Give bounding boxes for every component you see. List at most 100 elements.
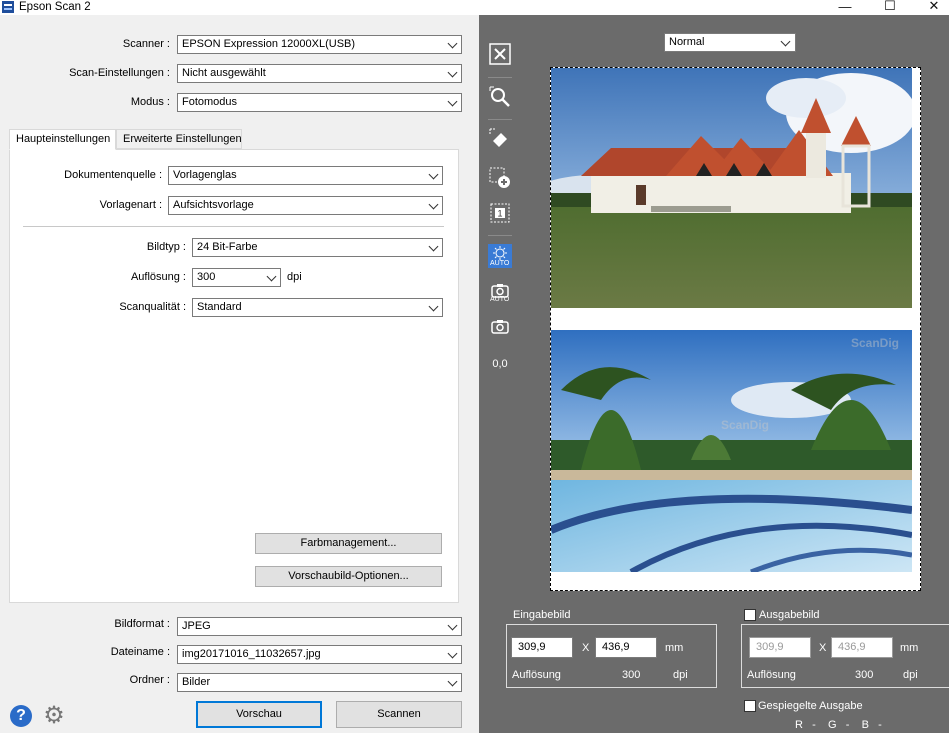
input-image-label: Eingabebild (511, 609, 573, 621)
mirror-output-label: Gespiegelte Ausgabe (758, 700, 863, 712)
chevron-down-icon (428, 169, 439, 180)
toolbar-separator (488, 119, 512, 120)
output-resolution-unit: dpi (903, 669, 918, 681)
mode-select[interactable]: Fotomodus (177, 93, 462, 112)
settings-pane: Scanner : EPSON Expression 12000XL(USB) … (0, 15, 479, 733)
chevron-down-icon (428, 301, 439, 312)
scanner-value: EPSON Expression 12000XL(USB) (182, 38, 356, 50)
input-height-field[interactable]: 436,9 (595, 637, 657, 658)
scan-settings-value: Nicht ausgewählt (182, 67, 266, 79)
filename-select[interactable]: img20171016_11032657.jpg (177, 645, 462, 664)
output-resolution-label: Auflösung (747, 669, 796, 681)
output-unit: mm (900, 642, 919, 654)
scanner-label: Scanner : (122, 38, 170, 50)
camera-settings-icon[interactable] (488, 315, 512, 339)
auto-camera-label: AUTO (490, 296, 510, 303)
single-page-icon[interactable]: 1 (488, 201, 512, 225)
input-width-field[interactable]: 309,9 (511, 637, 573, 658)
quality-value: Standard (197, 301, 242, 313)
output-image-checkbox[interactable] (744, 609, 756, 621)
rgb-readout: R - G - B - (795, 719, 882, 731)
tab-main-settings[interactable]: Haupteinstellungen (9, 129, 116, 150)
pool-photo (551, 330, 912, 572)
toolbar-separator (488, 77, 512, 78)
chevron-down-icon (447, 38, 458, 49)
main-settings-panel: Dokumentenquelle : Vorlagenglas Vorlagen… (9, 149, 459, 603)
svg-text:1: 1 (497, 209, 502, 219)
folder-label: Ordner : (129, 674, 170, 686)
folder-select[interactable]: Bilder (177, 673, 462, 692)
zoom-icon[interactable] (488, 85, 512, 109)
format-label: Bildformat : (114, 618, 170, 630)
chevron-down-icon (428, 241, 439, 252)
mode-label: Modus : (130, 96, 170, 108)
source-label: Dokumentenquelle : (64, 169, 162, 181)
input-resolution-value: 300 (622, 669, 641, 681)
doc-type-label: Vorlagenart : (99, 199, 162, 211)
scanner-select[interactable]: EPSON Expression 12000XL(USB) (177, 35, 462, 54)
eraser-icon[interactable] (488, 127, 512, 151)
chevron-down-icon (428, 199, 439, 210)
resolution-value: 300 (197, 271, 216, 283)
folder-value: Bilder (182, 676, 211, 688)
add-marquee-icon[interactable] (488, 166, 512, 190)
quality-select[interactable]: Standard (192, 298, 443, 317)
preview-options-button[interactable]: Vorschaubild-Optionen... (255, 566, 442, 587)
minimize-button[interactable]: — (830, 0, 860, 14)
section-divider (23, 226, 444, 227)
watermark: ScanDig (851, 336, 900, 350)
epson-scan-app-icon (2, 1, 14, 13)
resolution-select[interactable]: 300 (192, 268, 281, 287)
scan-settings-select[interactable]: Nicht ausgewählt (177, 64, 462, 83)
chevron-down-icon (447, 648, 458, 659)
chevron-down-icon (447, 96, 458, 107)
chevron-down-icon (447, 676, 458, 687)
doc-type-value: Aufsichtsvorlage (173, 199, 254, 211)
mirror-output-checkbox[interactable] (744, 700, 756, 712)
input-resolution-unit: dpi (673, 669, 688, 681)
zoom-value: 0,0 (492, 358, 508, 370)
filename-label: Dateiname : (110, 646, 170, 658)
toolbar-separator (488, 235, 512, 236)
maximize-button[interactable]: ☐ (875, 0, 905, 14)
church-photo (551, 68, 912, 308)
doc-type-select[interactable]: Aufsichtsvorlage (168, 196, 443, 215)
watermark: ScanDig (721, 418, 770, 432)
scan-settings-label: Scan-Einstellungen : (69, 67, 170, 79)
output-resolution-value: 300 (855, 669, 874, 681)
close-preview-icon[interactable] (488, 42, 512, 66)
resolution-label: Auflösung : (130, 271, 186, 283)
output-width-field[interactable]: 309,9 (749, 637, 811, 658)
output-image-label: Ausgabebild (757, 609, 822, 621)
format-value: JPEG (182, 620, 211, 632)
output-x-separator: X (819, 642, 827, 654)
auto-exposure-label: AUTO (490, 260, 510, 267)
view-mode-select[interactable]: Normal (664, 33, 796, 52)
format-select[interactable]: JPEG (177, 617, 462, 636)
source-value: Vorlagenglas (173, 169, 237, 181)
image-type-select[interactable]: 24 Bit-Farbe (192, 238, 443, 257)
preview-canvas[interactable]: ScanDig ScanDig (550, 67, 921, 591)
chevron-down-icon (266, 271, 277, 282)
view-mode-value: Normal (669, 36, 705, 48)
gear-icon[interactable]: ⚙ (41, 703, 67, 729)
quality-label: Scanqualität : (119, 301, 186, 313)
chevron-down-icon (780, 36, 791, 47)
tab-advanced-settings[interactable]: Erweiterte Einstellungen (116, 129, 242, 149)
close-button[interactable]: ✕ (919, 0, 949, 14)
chevron-down-icon (447, 620, 458, 631)
output-height-field[interactable]: 436,9 (831, 637, 893, 658)
color-management-button[interactable]: Farbmanagement... (255, 533, 442, 554)
filename-value: img20171016_11032657.jpg (182, 648, 321, 660)
resolution-unit: dpi (287, 271, 302, 283)
window-title: Epson Scan 2 (19, 1, 91, 13)
preview-button[interactable]: Vorschau (196, 701, 322, 728)
scan-button[interactable]: Scannen (336, 701, 462, 728)
image-type-value: 24 Bit-Farbe (197, 241, 258, 253)
title-bar: Epson Scan 2 — ☐ ✕ (0, 0, 949, 15)
help-icon[interactable]: ? (10, 705, 32, 727)
preview-pane: 1 AUTO AUTO 0,0 Normal ScanDig ScanDig E… (479, 15, 949, 733)
source-select[interactable]: Vorlagenglas (168, 166, 443, 185)
image-type-label: Bildtyp : (146, 241, 186, 253)
input-resolution-label: Auflösung (512, 669, 561, 681)
